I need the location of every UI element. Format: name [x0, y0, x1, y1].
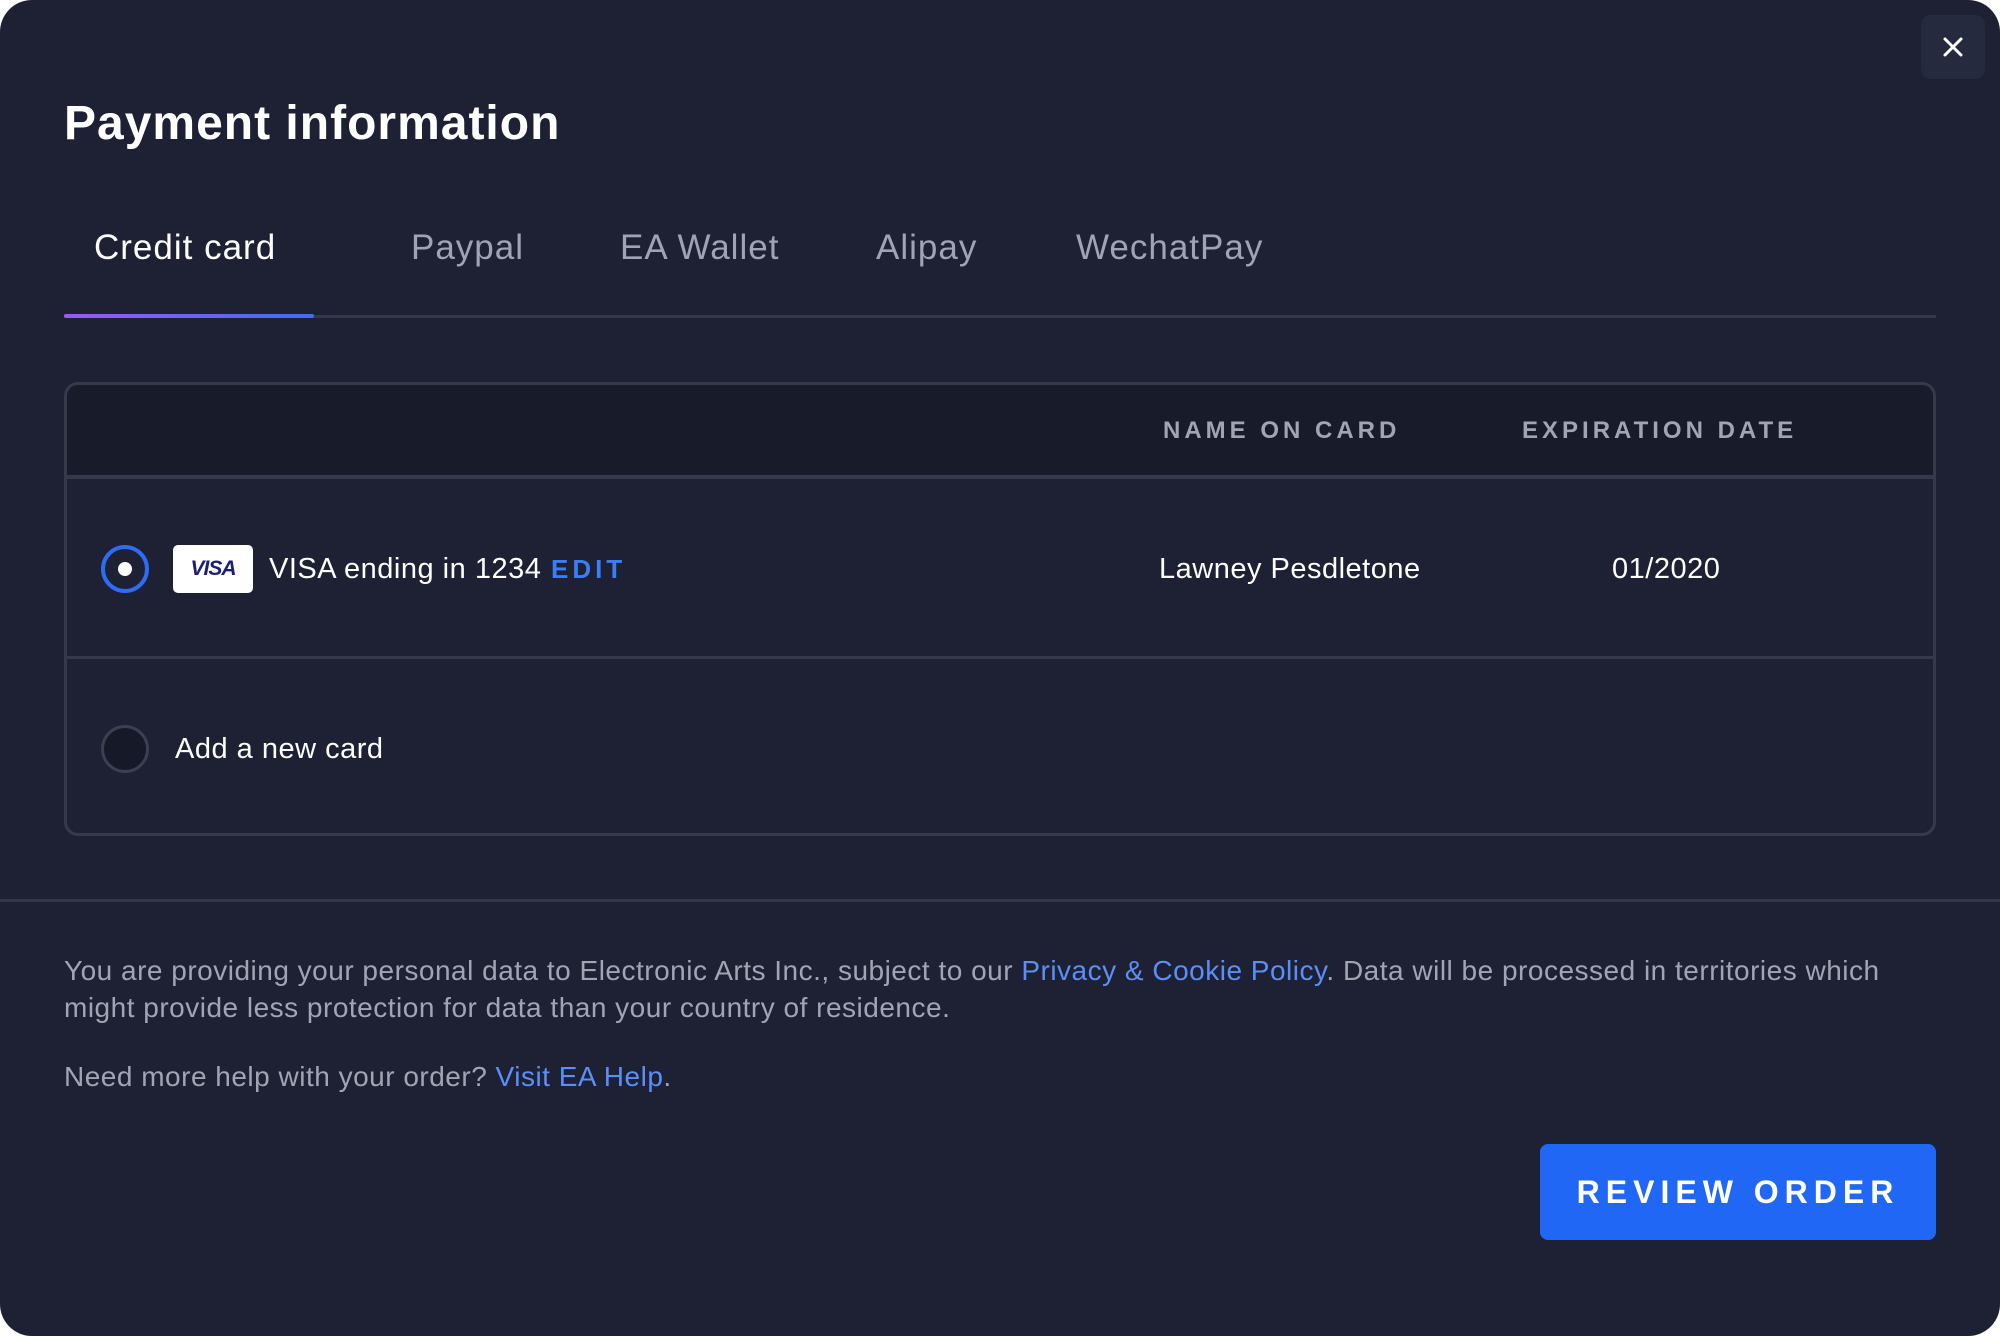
- help-text: Need more help with your order?: [64, 1061, 496, 1092]
- tab-label: Paypal: [411, 228, 525, 267]
- tab-paypal[interactable]: Paypal: [411, 210, 524, 315]
- add-card-label: Add a new card: [175, 733, 384, 765]
- close-icon: [1943, 37, 1963, 57]
- saved-card-radio[interactable]: [101, 545, 149, 593]
- help-notice: Need more help with your order? Visit EA…: [64, 1058, 1944, 1095]
- tab-label: Credit card: [94, 228, 277, 267]
- card-brand-label: VISA: [190, 557, 236, 580]
- saved-cards-table: NAME ON CARD EXPIRATION DATE VISA VISA e…: [64, 382, 1936, 836]
- privacy-policy-link[interactable]: Privacy & Cookie Policy: [1021, 955, 1326, 986]
- add-card-radio[interactable]: [101, 725, 149, 773]
- section-divider: [0, 899, 2000, 902]
- card-description: VISA ending in 1234: [269, 553, 542, 585]
- help-text-end: .: [663, 1061, 672, 1092]
- saved-card-row[interactable]: VISA VISA ending in 1234 EDIT Lawney Pes…: [67, 479, 1933, 659]
- close-button[interactable]: [1921, 15, 1985, 79]
- column-header-name-on-card: NAME ON CARD: [1163, 417, 1401, 444]
- privacy-text: You are providing your personal data to …: [64, 955, 1022, 986]
- tab-alipay[interactable]: Alipay: [876, 210, 977, 315]
- add-card-row[interactable]: Add a new card: [67, 659, 1933, 833]
- review-order-button[interactable]: REVIEW ORDER: [1540, 1144, 1936, 1240]
- tab-label: Alipay: [876, 228, 978, 267]
- privacy-notice: You are providing your personal data to …: [64, 952, 1944, 1026]
- visa-logo: VISA: [173, 545, 253, 593]
- tab-label: EA Wallet: [620, 228, 780, 267]
- payment-modal: Payment information Credit card Paypal E…: [0, 0, 2000, 1336]
- card-expiration: 01/2020: [1612, 553, 1721, 585]
- table-header: NAME ON CARD EXPIRATION DATE: [67, 385, 1933, 479]
- page-title: Payment information: [64, 97, 561, 150]
- ea-help-link[interactable]: Visit EA Help: [496, 1061, 664, 1092]
- payment-tabs: Credit card Paypal EA Wallet Alipay Wech…: [64, 210, 1936, 318]
- tab-label: WechatPay: [1076, 228, 1264, 267]
- column-header-expiration-date: EXPIRATION DATE: [1522, 417, 1798, 444]
- tab-ea-wallet[interactable]: EA Wallet: [620, 210, 779, 315]
- tab-credit-card[interactable]: Credit card: [94, 210, 276, 315]
- active-tab-indicator: [64, 314, 314, 318]
- edit-card-link[interactable]: EDIT: [551, 549, 626, 589]
- tab-wechatpay[interactable]: WechatPay: [1076, 210, 1263, 315]
- card-holder-name: Lawney Pesdletone: [1159, 553, 1421, 585]
